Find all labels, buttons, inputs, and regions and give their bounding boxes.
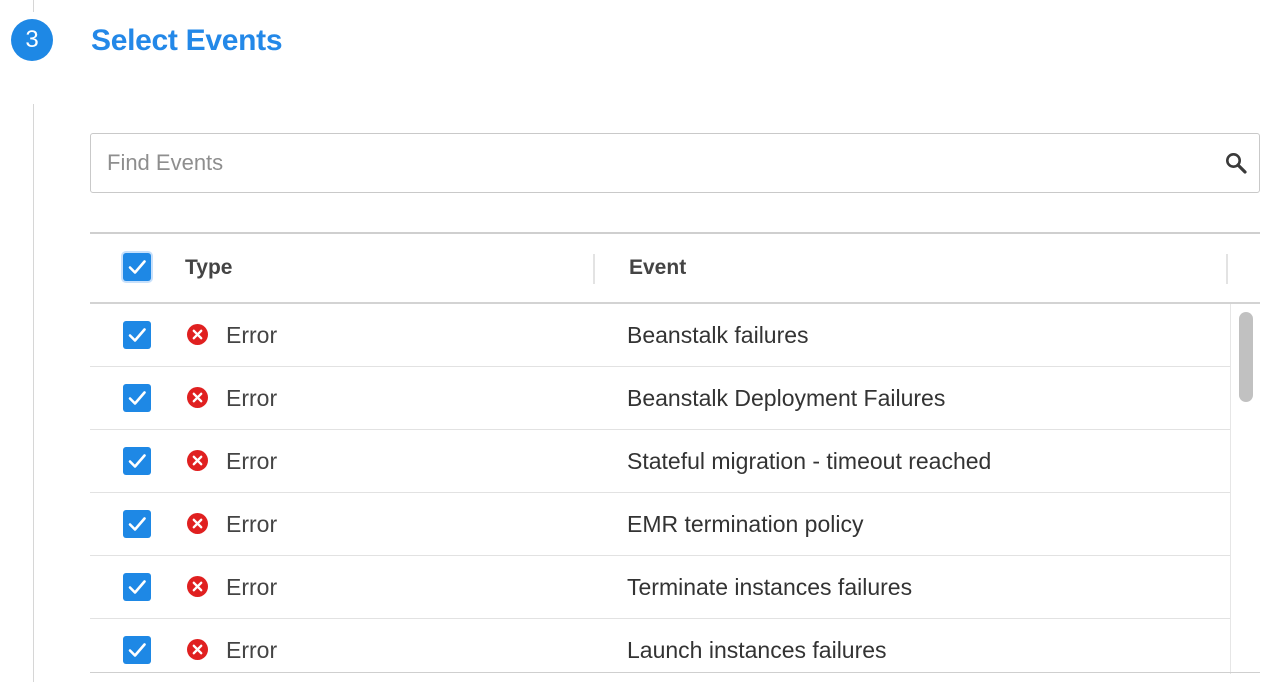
checkmark-icon <box>128 391 146 405</box>
search-input[interactable] <box>91 134 1191 192</box>
table-row[interactable]: Error Beanstalk Deployment Failures <box>90 367 1230 430</box>
table-header: Type Event <box>90 234 1260 304</box>
scrollbar-thumb[interactable] <box>1239 312 1253 402</box>
row-checkbox[interactable] <box>123 447 151 475</box>
search-icon[interactable] <box>1225 152 1247 174</box>
row-checkbox[interactable] <box>123 510 151 538</box>
column-resize-handle[interactable] <box>593 254 595 284</box>
row-checkbox[interactable] <box>123 573 151 601</box>
row-checkbox[interactable] <box>123 384 151 412</box>
checkmark-icon <box>128 643 146 657</box>
checkmark-icon <box>128 454 146 468</box>
section-title: Select Events <box>91 24 283 57</box>
event-name: Beanstalk failures <box>627 322 809 348</box>
checkmark-icon <box>128 517 146 531</box>
error-icon <box>187 513 208 534</box>
error-icon <box>187 639 208 660</box>
table-row[interactable]: Error Launch instances failures <box>90 619 1230 674</box>
error-icon <box>187 387 208 408</box>
row-checkbox[interactable] <box>123 636 151 664</box>
table-row[interactable]: Error Terminate instances failures <box>90 556 1230 619</box>
event-type-label: Error <box>226 637 278 663</box>
events-table: Type Event Error Beanstalk failures Erro… <box>90 232 1260 674</box>
error-icon <box>187 576 208 597</box>
step-timeline-line <box>33 104 34 682</box>
event-name: Beanstalk Deployment Failures <box>627 385 946 411</box>
error-icon <box>187 324 208 345</box>
select-all-checkbox[interactable] <box>123 253 151 281</box>
table-row[interactable]: Error Beanstalk failures <box>90 304 1230 367</box>
event-type-label: Error <box>226 574 278 600</box>
step-number-badge: 3 <box>11 19 53 61</box>
column-header-event[interactable]: Event <box>629 256 686 280</box>
checkmark-icon <box>128 328 146 342</box>
event-name: EMR termination policy <box>627 511 864 537</box>
event-type-label: Error <box>226 448 278 474</box>
checkmark-icon <box>128 260 146 274</box>
table-body: Error Beanstalk failures Error Beanstalk… <box>90 304 1230 674</box>
column-header-type[interactable]: Type <box>185 256 232 280</box>
search-box <box>90 133 1260 193</box>
error-icon <box>187 450 208 471</box>
event-type-label: Error <box>226 322 278 348</box>
event-name: Terminate instances failures <box>627 574 913 600</box>
column-resize-handle[interactable] <box>1226 254 1228 284</box>
table-row[interactable]: Error Stateful migration - timeout reach… <box>90 430 1230 493</box>
event-name: Launch instances failures <box>627 637 887 663</box>
table-bottom-border <box>90 672 1260 673</box>
row-checkbox[interactable] <box>123 321 151 349</box>
event-name: Stateful migration - timeout reached <box>627 448 992 474</box>
event-type-label: Error <box>226 385 278 411</box>
scrollbar[interactable] <box>1230 304 1260 674</box>
event-type-label: Error <box>226 511 278 537</box>
checkmark-icon <box>128 580 146 594</box>
table-row[interactable]: Error EMR termination policy <box>90 493 1230 556</box>
step-timeline-line <box>33 0 34 12</box>
